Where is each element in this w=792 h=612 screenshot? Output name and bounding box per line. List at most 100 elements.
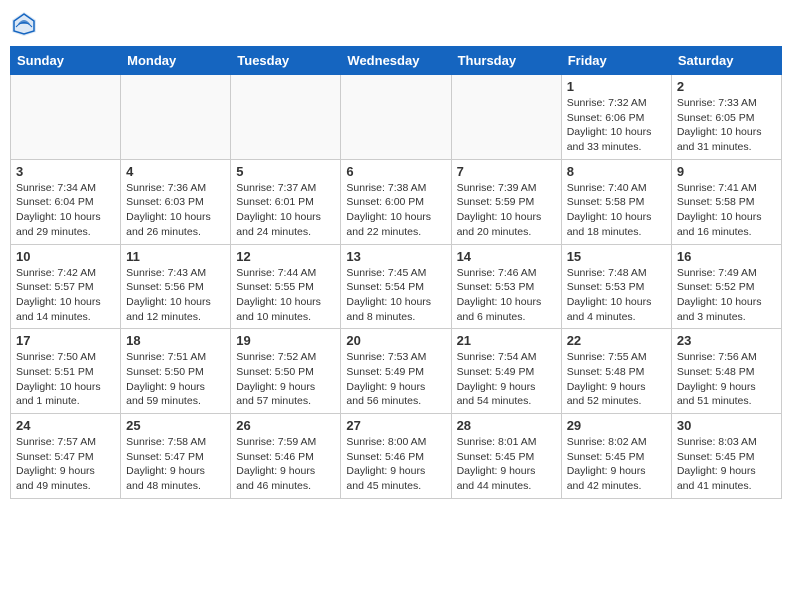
day-info: Sunrise: 7:34 AM Sunset: 6:04 PM Dayligh… — [16, 181, 115, 240]
day-number: 1 — [567, 79, 666, 94]
day-info: Sunrise: 7:54 AM Sunset: 5:49 PM Dayligh… — [457, 350, 556, 409]
calendar-cell — [11, 75, 121, 160]
day-number: 2 — [677, 79, 776, 94]
weekday-header-monday: Monday — [121, 47, 231, 75]
day-number: 21 — [457, 333, 556, 348]
calendar-week-5: 24 Sunrise: 7:57 AM Sunset: 5:47 PM Dayli… — [11, 414, 782, 499]
weekday-header-friday: Friday — [561, 47, 671, 75]
day-number: 8 — [567, 164, 666, 179]
day-number: 24 — [16, 418, 115, 433]
weekday-header-saturday: Saturday — [671, 47, 781, 75]
day-number: 12 — [236, 249, 335, 264]
weekday-header-sunday: Sunday — [11, 47, 121, 75]
logo — [10, 10, 42, 38]
day-info: Sunrise: 7:49 AM Sunset: 5:52 PM Dayligh… — [677, 266, 776, 325]
day-number: 26 — [236, 418, 335, 433]
calendar-cell: 27Sunrise: 8:00 AM Sunset: 5:46 PM Dayli… — [341, 414, 451, 499]
day-info: Sunrise: 7:44 AM Sunset: 5:55 PM Dayligh… — [236, 266, 335, 325]
day-info: Sunrise: 7:41 AM Sunset: 5:58 PM Dayligh… — [677, 181, 776, 240]
calendar-cell: 8 Sunrise: 7:40 AM Sunset: 5:58 PM Daylig… — [561, 159, 671, 244]
day-info: Sunrise: 8:01 AM Sunset: 5:45 PM Dayligh… — [457, 435, 556, 494]
day-info: Sunrise: 7:58 AM Sunset: 5:47 PM Dayligh… — [126, 435, 225, 494]
calendar-cell: 4 Sunrise: 7:36 AM Sunset: 6:03 PM Daylig… — [121, 159, 231, 244]
day-info: Sunrise: 7:59 AM Sunset: 5:46 PM Dayligh… — [236, 435, 335, 494]
day-info: Sunrise: 7:37 AM Sunset: 6:01 PM Dayligh… — [236, 181, 335, 240]
calendar-cell: 9 Sunrise: 7:41 AM Sunset: 5:58 PM Daylig… — [671, 159, 781, 244]
calendar-cell — [341, 75, 451, 160]
day-info: Sunrise: 7:38 AM Sunset: 6:00 PM Dayligh… — [346, 181, 445, 240]
day-info: Sunrise: 7:55 AM Sunset: 5:48 PM Dayligh… — [567, 350, 666, 409]
calendar-cell: 29 Sunrise: 8:02 AM Sunset: 5:45 PM Dayli… — [561, 414, 671, 499]
day-number: 16 — [677, 249, 776, 264]
day-info: Sunrise: 7:57 AM Sunset: 5:47 PM Dayligh… — [16, 435, 115, 494]
calendar-cell: 16 Sunrise: 7:49 AM Sunset: 5:52 PM Dayli… — [671, 244, 781, 329]
day-info: Sunrise: 7:48 AM Sunset: 5:53 PM Dayligh… — [567, 266, 666, 325]
day-number: 7 — [457, 164, 556, 179]
calendar-cell — [451, 75, 561, 160]
day-info: Sunrise: 7:32 AM Sunset: 6:06 PM Dayligh… — [567, 96, 666, 155]
calendar-cell — [121, 75, 231, 160]
calendar-cell: 14 Sunrise: 7:46 AM Sunset: 5:53 PM Dayli… — [451, 244, 561, 329]
day-number: 29 — [567, 418, 666, 433]
day-info: Sunrise: 8:03 AM Sunset: 5:45 PM Dayligh… — [677, 435, 776, 494]
calendar-cell: 15 Sunrise: 7:48 AM Sunset: 5:53 PM Dayli… — [561, 244, 671, 329]
day-number: 10 — [16, 249, 115, 264]
calendar-week-4: 17 Sunrise: 7:50 AM Sunset: 5:51 PM Dayli… — [11, 329, 782, 414]
calendar-cell: 3 Sunrise: 7:34 AM Sunset: 6:04 PM Daylig… — [11, 159, 121, 244]
calendar-cell: 19 Sunrise: 7:52 AM Sunset: 5:50 PM Dayli… — [231, 329, 341, 414]
day-number: 15 — [567, 249, 666, 264]
day-number: 17 — [16, 333, 115, 348]
calendar-cell: 10Sunrise: 7:42 AM Sunset: 5:57 PM Dayli… — [11, 244, 121, 329]
calendar-cell: 7 Sunrise: 7:39 AM Sunset: 5:59 PM Daylig… — [451, 159, 561, 244]
day-number: 11 — [126, 249, 225, 264]
day-number: 9 — [677, 164, 776, 179]
calendar-cell — [231, 75, 341, 160]
calendar-week-3: 10Sunrise: 7:42 AM Sunset: 5:57 PM Dayli… — [11, 244, 782, 329]
day-number: 4 — [126, 164, 225, 179]
calendar-cell: 6 Sunrise: 7:38 AM Sunset: 6:00 PM Daylig… — [341, 159, 451, 244]
day-number: 14 — [457, 249, 556, 264]
day-info: Sunrise: 7:39 AM Sunset: 5:59 PM Dayligh… — [457, 181, 556, 240]
calendar-cell: 23 Sunrise: 7:56 AM Sunset: 5:48 PM Dayli… — [671, 329, 781, 414]
calendar-cell: 26 Sunrise: 7:59 AM Sunset: 5:46 PM Dayli… — [231, 414, 341, 499]
weekday-header-wednesday: Wednesday — [341, 47, 451, 75]
calendar-cell: 30Sunrise: 8:03 AM Sunset: 5:45 PM Dayli… — [671, 414, 781, 499]
day-number: 19 — [236, 333, 335, 348]
day-info: Sunrise: 8:00 AM Sunset: 5:46 PM Dayligh… — [346, 435, 445, 494]
calendar-cell: 24 Sunrise: 7:57 AM Sunset: 5:47 PM Dayli… — [11, 414, 121, 499]
day-info: Sunrise: 8:02 AM Sunset: 5:45 PM Dayligh… — [567, 435, 666, 494]
day-number: 23 — [677, 333, 776, 348]
day-number: 18 — [126, 333, 225, 348]
calendar-cell: 28 Sunrise: 8:01 AM Sunset: 5:45 PM Dayli… — [451, 414, 561, 499]
day-number: 28 — [457, 418, 556, 433]
day-number: 13 — [346, 249, 445, 264]
logo-icon — [10, 10, 38, 38]
day-info: Sunrise: 7:46 AM Sunset: 5:53 PM Dayligh… — [457, 266, 556, 325]
calendar-cell: 25 Sunrise: 7:58 AM Sunset: 5:47 PM Dayli… — [121, 414, 231, 499]
calendar-table: SundayMondayTuesdayWednesdayThursdayFrid… — [10, 46, 782, 499]
day-info: Sunrise: 7:36 AM Sunset: 6:03 PM Dayligh… — [126, 181, 225, 240]
calendar-cell: 11 Sunrise: 7:43 AM Sunset: 5:56 PM Dayli… — [121, 244, 231, 329]
weekday-header-thursday: Thursday — [451, 47, 561, 75]
day-number: 5 — [236, 164, 335, 179]
day-info: Sunrise: 7:43 AM Sunset: 5:56 PM Dayligh… — [126, 266, 225, 325]
day-number: 6 — [346, 164, 445, 179]
day-number: 3 — [16, 164, 115, 179]
day-info: Sunrise: 7:56 AM Sunset: 5:48 PM Dayligh… — [677, 350, 776, 409]
day-number: 22 — [567, 333, 666, 348]
day-number: 20 — [346, 333, 445, 348]
day-info: Sunrise: 7:40 AM Sunset: 5:58 PM Dayligh… — [567, 181, 666, 240]
day-info: Sunrise: 7:52 AM Sunset: 5:50 PM Dayligh… — [236, 350, 335, 409]
day-info: Sunrise: 7:45 AM Sunset: 5:54 PM Dayligh… — [346, 266, 445, 325]
day-info: Sunrise: 7:51 AM Sunset: 5:50 PM Dayligh… — [126, 350, 225, 409]
calendar-cell: 13 Sunrise: 7:45 AM Sunset: 5:54 PM Dayli… — [341, 244, 451, 329]
calendar-cell: 18 Sunrise: 7:51 AM Sunset: 5:50 PM Dayli… — [121, 329, 231, 414]
calendar-cell: 20Sunrise: 7:53 AM Sunset: 5:49 PM Dayli… — [341, 329, 451, 414]
calendar-week-1: 1 Sunrise: 7:32 AM Sunset: 6:06 PM Daylig… — [11, 75, 782, 160]
weekday-header-tuesday: Tuesday — [231, 47, 341, 75]
day-info: Sunrise: 7:33 AM Sunset: 6:05 PM Dayligh… — [677, 96, 776, 155]
calendar-cell: 21 Sunrise: 7:54 AM Sunset: 5:49 PM Dayli… — [451, 329, 561, 414]
day-info: Sunrise: 7:50 AM Sunset: 5:51 PM Dayligh… — [16, 350, 115, 409]
day-number: 25 — [126, 418, 225, 433]
calendar-cell: 22 Sunrise: 7:55 AM Sunset: 5:48 PM Dayli… — [561, 329, 671, 414]
